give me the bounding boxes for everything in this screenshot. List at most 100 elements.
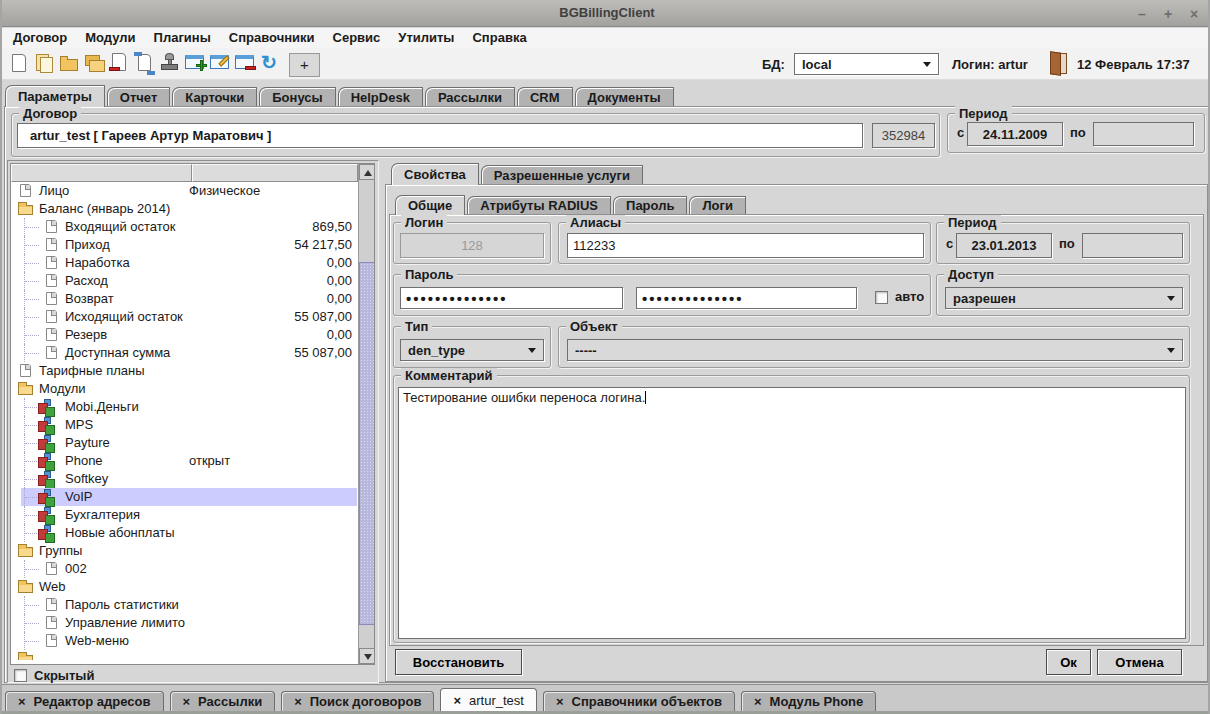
tree-row[interactable]: Наработка 0,00 — [11, 254, 357, 272]
edit-window-icon[interactable] — [208, 51, 233, 77]
tree-row[interactable]: Mobi.Деньги — [11, 398, 357, 416]
remove-window-icon[interactable] — [233, 51, 258, 77]
folder-stack-icon[interactable] — [83, 51, 108, 77]
access-select[interactable]: разрешен — [945, 287, 1183, 309]
menu-moduli[interactable]: Модули — [77, 28, 143, 48]
tree-row[interactable]: Payture — [11, 434, 357, 452]
tree-row[interactable] — [11, 650, 357, 660]
tree-row[interactable]: Расход 0,00 — [11, 272, 357, 290]
delete-document-icon[interactable] — [108, 51, 133, 77]
bottom-tab-modul-phone[interactable]: ×Модуль Phone — [741, 691, 876, 712]
tree-row[interactable]: Модули — [11, 380, 357, 398]
tree-row[interactable]: Приход 54 217,50 — [11, 236, 357, 254]
bottom-tab-redaktor-adresov[interactable]: ×Редактор адресов — [5, 691, 164, 712]
tab-bonusy[interactable]: Бонусы — [259, 87, 335, 106]
tab-dokumenty[interactable]: Документы — [575, 87, 674, 106]
tree-row[interactable]: Web-меню — [11, 632, 357, 650]
close-icon[interactable]: × — [556, 694, 564, 709]
open-folder-icon[interactable] — [58, 51, 83, 77]
close-icon[interactable]: × — [453, 693, 461, 708]
tree-scrollbar[interactable] — [358, 164, 375, 664]
tab-razreshennye-uslugi[interactable]: Разрешенные услуги — [481, 165, 643, 184]
menu-servis[interactable]: Сервис — [325, 28, 389, 48]
type-select[interactable]: den_type — [400, 339, 544, 361]
stamp-icon[interactable] — [158, 51, 183, 77]
tree-row[interactable]: Phone открыт — [11, 452, 357, 470]
transfer-document-icon[interactable] — [133, 51, 158, 77]
db-select[interactable]: local — [794, 53, 939, 75]
menu-spravochniki[interactable]: Справочники — [221, 28, 323, 48]
copy-document-icon[interactable] — [33, 51, 58, 77]
scrollbar-thumb[interactable] — [359, 262, 375, 625]
cancel-button[interactable]: Отмена — [1097, 649, 1182, 675]
menu-dogovor[interactable]: Договор — [5, 28, 75, 48]
close-icon[interactable]: × — [294, 694, 302, 709]
close-icon[interactable]: × — [18, 694, 26, 709]
menu-utility[interactable]: Утилиты — [390, 28, 462, 48]
restore-button[interactable]: Восстановить — [395, 649, 522, 675]
close-icon[interactable]: × — [754, 694, 762, 709]
tree-row[interactable]: Группы — [11, 542, 357, 560]
tab-parametry[interactable]: Параметры — [5, 85, 105, 107]
tree-row[interactable]: Исходящий остаток 55 087,00 — [11, 308, 357, 326]
tree-row[interactable]: MPS — [11, 416, 357, 434]
scroll-down-button[interactable] — [359, 648, 375, 664]
close-button[interactable]: × — [1188, 6, 1200, 22]
tab-logi[interactable]: Логи — [689, 196, 745, 214]
menu-spravka[interactable]: Справка — [464, 28, 534, 48]
tab-parol[interactable]: Пароль — [613, 196, 687, 214]
close-icon[interactable]: × — [183, 694, 191, 709]
ok-button[interactable]: Ок — [1046, 649, 1091, 675]
tab-obshchie[interactable]: Общие — [395, 195, 465, 215]
tree-row[interactable]: Тарифные планы — [11, 362, 357, 380]
tree-row[interactable]: Softkey — [11, 470, 357, 488]
tree-row[interactable]: Лицо Физическое — [11, 182, 357, 200]
logout-door-icon[interactable] — [1050, 53, 1066, 72]
tree-row[interactable]: Входящий остаток 869,50 — [11, 218, 357, 236]
tab-kartochki[interactable]: Карточки — [172, 87, 257, 106]
scroll-up-button[interactable] — [359, 164, 375, 180]
tab-svoystva[interactable]: Свойства — [391, 163, 479, 185]
menu-plaginy[interactable]: Плагины — [146, 28, 219, 48]
tree-row[interactable]: Пароль статистики — [11, 596, 357, 614]
tree-row[interactable]: Резерв 0,00 — [11, 326, 357, 344]
tree-row[interactable]: Управление лимито — [11, 614, 357, 632]
tree-header-column-1[interactable] — [11, 164, 192, 182]
new-document-icon[interactable] — [8, 51, 33, 77]
tab-rassylki[interactable]: Рассылки — [425, 87, 515, 106]
comment-textarea[interactable]: Тестирование ошибки переноса логина. — [398, 387, 1186, 639]
tab-helpdesk[interactable]: HelpDesk — [338, 87, 423, 106]
tree-row[interactable]: Доступная сумма 55 087,00 — [11, 344, 357, 362]
tree-row[interactable]: 002 — [11, 560, 357, 578]
tab-atributy-radius[interactable]: Атрибуты RADIUS — [467, 196, 611, 214]
contract-title-field[interactable]: artur_test [ Гареев Артур Маратович ] — [17, 123, 863, 148]
tree-header-column-2[interactable] — [192, 164, 358, 182]
login-period-to-field[interactable] — [1082, 233, 1183, 258]
hidden-checkbox[interactable] — [14, 669, 27, 682]
contract-period-to-field[interactable] — [1093, 122, 1194, 146]
password-field-1[interactable]: •••••••••••••• — [400, 287, 623, 309]
aliases-field[interactable]: 112233 — [567, 233, 924, 258]
tree-row[interactable]: Новые абонплаты — [11, 524, 357, 542]
refresh-icon[interactable] — [258, 51, 283, 77]
tree-row[interactable]: Бухгалтерия — [11, 506, 357, 524]
tab-crm[interactable]: CRM — [517, 87, 573, 106]
tree-row[interactable]: VoIP — [11, 488, 357, 506]
bottom-tab-artur-test[interactable]: ×artur_test — [440, 688, 537, 712]
tree-row[interactable]: Баланс (январь 2014) — [11, 200, 357, 218]
bottom-tab-rassylki[interactable]: ×Рассылки — [170, 691, 276, 712]
maximize-button[interactable]: + — [1162, 6, 1174, 22]
tab-otchet[interactable]: Отчет — [107, 87, 170, 106]
bottom-tab-spravochniki-obektov[interactable]: ×Справочники объектов — [543, 691, 735, 712]
contract-period-from-field[interactable]: 24.11.2009 — [967, 122, 1063, 146]
tree-row[interactable]: Web — [11, 578, 357, 596]
add-window-icon[interactable] — [183, 51, 208, 77]
add-tab-button[interactable]: + — [289, 53, 320, 77]
minimize-button[interactable]: – — [1136, 6, 1148, 22]
tree-row[interactable]: Возврат 0,00 — [11, 290, 357, 308]
password-field-2[interactable]: •••••••••••••• — [636, 287, 857, 309]
object-select[interactable]: ----- — [567, 339, 1183, 361]
auto-password-checkbox[interactable] — [875, 291, 888, 304]
bottom-tab-poisk-dogovorov[interactable]: ×Поиск договоров — [281, 691, 434, 712]
login-period-from-field[interactable]: 23.01.2013 — [956, 233, 1052, 258]
